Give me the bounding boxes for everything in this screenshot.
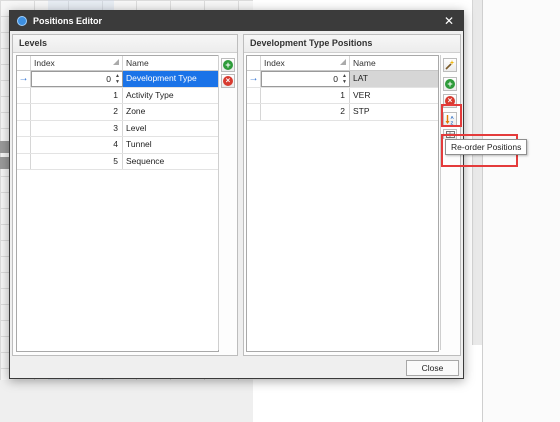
levels-toolbar: + × bbox=[218, 55, 236, 350]
table-row[interactable]: 5 Sequence bbox=[17, 153, 218, 170]
column-header-index-label: Index bbox=[34, 58, 55, 68]
table-row[interactable]: 1 Activity Type bbox=[17, 87, 218, 104]
positions-toolbar: + × A Z bbox=[440, 55, 458, 350]
spin-arrows-icon[interactable]: ▲ ▼ bbox=[115, 73, 120, 85]
row-indicator bbox=[17, 120, 31, 136]
column-header-index-label: Index bbox=[264, 58, 285, 68]
column-header-name-label: Name bbox=[126, 58, 149, 68]
column-header-index[interactable]: Index bbox=[261, 56, 350, 70]
column-header-index[interactable]: Index bbox=[31, 56, 123, 70]
index-value: 1 bbox=[113, 89, 118, 100]
row-indicator bbox=[17, 87, 31, 103]
filter-icon[interactable] bbox=[113, 59, 119, 65]
table-row[interactable]: 2 STP bbox=[247, 104, 438, 121]
table-row[interactable]: 3 Level bbox=[17, 120, 218, 137]
positions-rows: → 0 ▲ ▼ LAT 1 VER 2 STP bbox=[247, 71, 438, 121]
add-icon: + bbox=[223, 60, 233, 70]
levels-header: Levels bbox=[13, 35, 237, 53]
current-row-arrow-icon: → bbox=[17, 71, 31, 87]
close-button[interactable]: Close bbox=[406, 360, 459, 376]
index-cell[interactable]: 2 bbox=[31, 104, 123, 120]
name-cell[interactable]: Tunnel bbox=[123, 137, 218, 153]
magic-wand-icon bbox=[445, 60, 455, 70]
app-logo-icon bbox=[17, 16, 27, 26]
index-spin-editor[interactable]: 0 ▲ ▼ bbox=[31, 71, 123, 87]
positions-header: Development Type Positions bbox=[244, 35, 460, 53]
remove-icon: × bbox=[223, 76, 233, 86]
positions-group: Development Type Positions Index Name → 0… bbox=[243, 34, 461, 356]
sort-button-highlight bbox=[441, 104, 462, 127]
index-value: 0 bbox=[333, 74, 338, 84]
row-indicator bbox=[17, 153, 31, 169]
dialog-title: Positions Editor bbox=[33, 16, 103, 26]
column-header-name-label: Name bbox=[353, 58, 376, 68]
index-value: 4 bbox=[113, 139, 118, 149]
column-header-name[interactable]: Name bbox=[350, 56, 438, 70]
positions-editor-dialog: Positions Editor ✕ Levels Index Name → 0 ▲… bbox=[9, 10, 464, 379]
name-cell[interactable]: LAT bbox=[350, 71, 438, 87]
table-row[interactable]: 2 Zone bbox=[17, 104, 218, 121]
close-icon[interactable]: ✕ bbox=[444, 14, 454, 28]
filter-icon[interactable] bbox=[340, 59, 346, 65]
index-spin-editor[interactable]: 0 ▲ ▼ bbox=[261, 71, 350, 87]
table-row[interactable]: 4 Tunnel bbox=[17, 137, 218, 154]
remove-level-button[interactable]: × bbox=[221, 74, 235, 88]
levels-group: Levels Index Name → 0 ▲ ▼ Development Type 1 A… bbox=[12, 34, 238, 356]
name-cell[interactable]: STP bbox=[350, 104, 438, 120]
table-row[interactable]: → 0 ▲ ▼ LAT bbox=[247, 71, 438, 88]
add-position-button[interactable]: + bbox=[443, 77, 457, 91]
current-row-arrow-icon: → bbox=[247, 71, 261, 87]
column-header-name[interactable]: Name bbox=[123, 56, 218, 70]
levels-grid: Index Name → 0 ▲ ▼ Development Type 1 Activity… bbox=[16, 55, 219, 352]
levels-grid-header: Index Name bbox=[17, 56, 218, 71]
name-cell[interactable]: Sequence bbox=[123, 154, 218, 170]
index-cell[interactable]: 1 bbox=[261, 87, 350, 103]
name-cell[interactable]: Development Type bbox=[123, 71, 218, 87]
add-level-button[interactable]: + bbox=[221, 58, 235, 72]
index-value: 2 bbox=[113, 106, 118, 116]
index-value: 0 bbox=[106, 74, 111, 84]
index-cell[interactable]: 2 bbox=[261, 104, 350, 120]
table-row[interactable]: 1 VER bbox=[247, 87, 438, 104]
index-value: 2 bbox=[340, 106, 345, 116]
background-side-panel bbox=[483, 0, 560, 422]
name-cell[interactable]: Zone bbox=[123, 104, 218, 120]
index-cell[interactable]: 5 bbox=[31, 153, 123, 169]
index-cell[interactable]: 1 bbox=[31, 87, 123, 103]
index-cell[interactable]: 3 bbox=[31, 120, 123, 136]
name-cell[interactable]: Level bbox=[123, 121, 218, 137]
name-cell[interactable]: VER bbox=[350, 88, 438, 104]
table-row[interactable]: → 0 ▲ ▼ Development Type bbox=[17, 71, 218, 88]
add-icon: + bbox=[445, 79, 455, 89]
index-cell[interactable]: 4 bbox=[31, 137, 123, 153]
row-indicator bbox=[247, 87, 261, 103]
name-cell[interactable]: Activity Type bbox=[123, 88, 218, 104]
levels-rows: → 0 ▲ ▼ Development Type 1 Activity Type 2 Zone 3… bbox=[17, 71, 218, 170]
row-indicator bbox=[17, 104, 31, 120]
positions-grid-header: Index Name bbox=[247, 56, 438, 71]
index-value: 3 bbox=[113, 122, 118, 133]
row-indicator-header bbox=[247, 56, 261, 70]
row-indicator bbox=[17, 137, 31, 153]
magic-wand-button[interactable] bbox=[443, 58, 457, 72]
index-value: 5 bbox=[113, 155, 118, 166]
index-value: 1 bbox=[340, 89, 345, 100]
row-indicator-header bbox=[17, 56, 31, 70]
dialog-titlebar[interactable]: Positions Editor ✕ bbox=[10, 11, 463, 31]
spin-arrows-icon[interactable]: ▲ ▼ bbox=[342, 73, 347, 85]
row-indicator bbox=[247, 104, 261, 120]
background-lower-area bbox=[0, 380, 253, 422]
reorder-tooltip: Re-order Positions bbox=[445, 139, 528, 155]
positions-grid: Index Name → 0 ▲ ▼ LAT 1 VER 2 STP bbox=[246, 55, 439, 352]
